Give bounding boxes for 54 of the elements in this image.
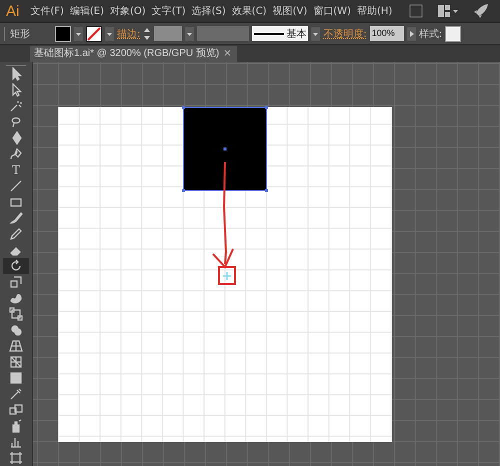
close-button[interactable]: × <box>223 46 237 62</box>
menu-item[interactable]: 文件(F) <box>27 4 67 18</box>
scale-icon <box>9 275 23 289</box>
rotation-center-icon <box>222 271 232 281</box>
artboard-icon <box>9 451 23 465</box>
spinner-icon[interactable] <box>143 26 152 42</box>
brush-icon <box>9 211 23 225</box>
lasso-icon <box>9 115 23 129</box>
stroke-weight-field[interactable] <box>154 26 182 41</box>
menu-item[interactable]: 视图(V) <box>270 4 310 18</box>
menu-item[interactable]: 效果(C) <box>228 4 270 18</box>
transform-icon <box>9 307 23 321</box>
dropdown-button[interactable] <box>74 26 83 40</box>
dropdown-button[interactable] <box>311 26 320 40</box>
variable-width-field[interactable] <box>197 26 250 41</box>
menu-item[interactable]: 编辑(E) <box>66 4 108 18</box>
bar-chart-icon <box>9 435 23 449</box>
rocket-icon[interactable] <box>473 3 490 19</box>
mesh-icon <box>9 355 23 369</box>
menu-item[interactable]: 文字(T) <box>148 4 189 18</box>
line-icon <box>9 179 23 193</box>
highlight-box <box>218 266 236 285</box>
expand-button[interactable] <box>406 26 416 40</box>
type-tool-glyph: T <box>12 163 20 177</box>
warp-icon <box>9 291 23 305</box>
rotate-icon <box>9 259 23 273</box>
opacity-label[interactable]: 不透明度: <box>323 26 367 40</box>
selected-square-shape[interactable] <box>182 106 268 192</box>
object-type-label: 矩形 <box>10 28 30 40</box>
eyedropper-icon <box>9 387 23 401</box>
stroke-label[interactable]: 描边: <box>117 26 140 40</box>
grid-icon <box>9 339 23 353</box>
pencil-icon <box>9 227 23 241</box>
document-tab[interactable]: 基础图标1.ai* @ 3200% (RGB/GPU 预览) <box>30 46 224 62</box>
fill-swatch[interactable] <box>55 26 71 42</box>
stroke-profile-field[interactable]: 基本 <box>252 26 308 41</box>
tool-button[interactable]: T <box>3 162 29 178</box>
menu-item[interactable]: 对象(O) <box>107 4 149 18</box>
opacity-field[interactable]: 100% <box>370 26 404 41</box>
no-stroke-swatch[interactable] <box>86 26 102 42</box>
blend-icon <box>9 403 23 417</box>
shapes-icon <box>9 323 23 337</box>
layout-icon[interactable] <box>437 4 460 18</box>
curved-pen-icon <box>9 147 23 161</box>
style-swatch[interactable] <box>445 26 462 42</box>
menu-item[interactable]: 选择(S) <box>188 4 229 18</box>
dropdown-button[interactable] <box>185 26 194 40</box>
dropdown-button[interactable] <box>105 26 114 40</box>
menu-item[interactable]: 帮助(H) <box>354 4 396 18</box>
app-logo: Ai <box>6 2 20 20</box>
style-label: 样式: <box>418 28 442 40</box>
tool-button[interactable] <box>3 258 29 274</box>
wand-icon <box>9 99 23 113</box>
menu-item[interactable]: 窗口(W) <box>310 4 354 18</box>
